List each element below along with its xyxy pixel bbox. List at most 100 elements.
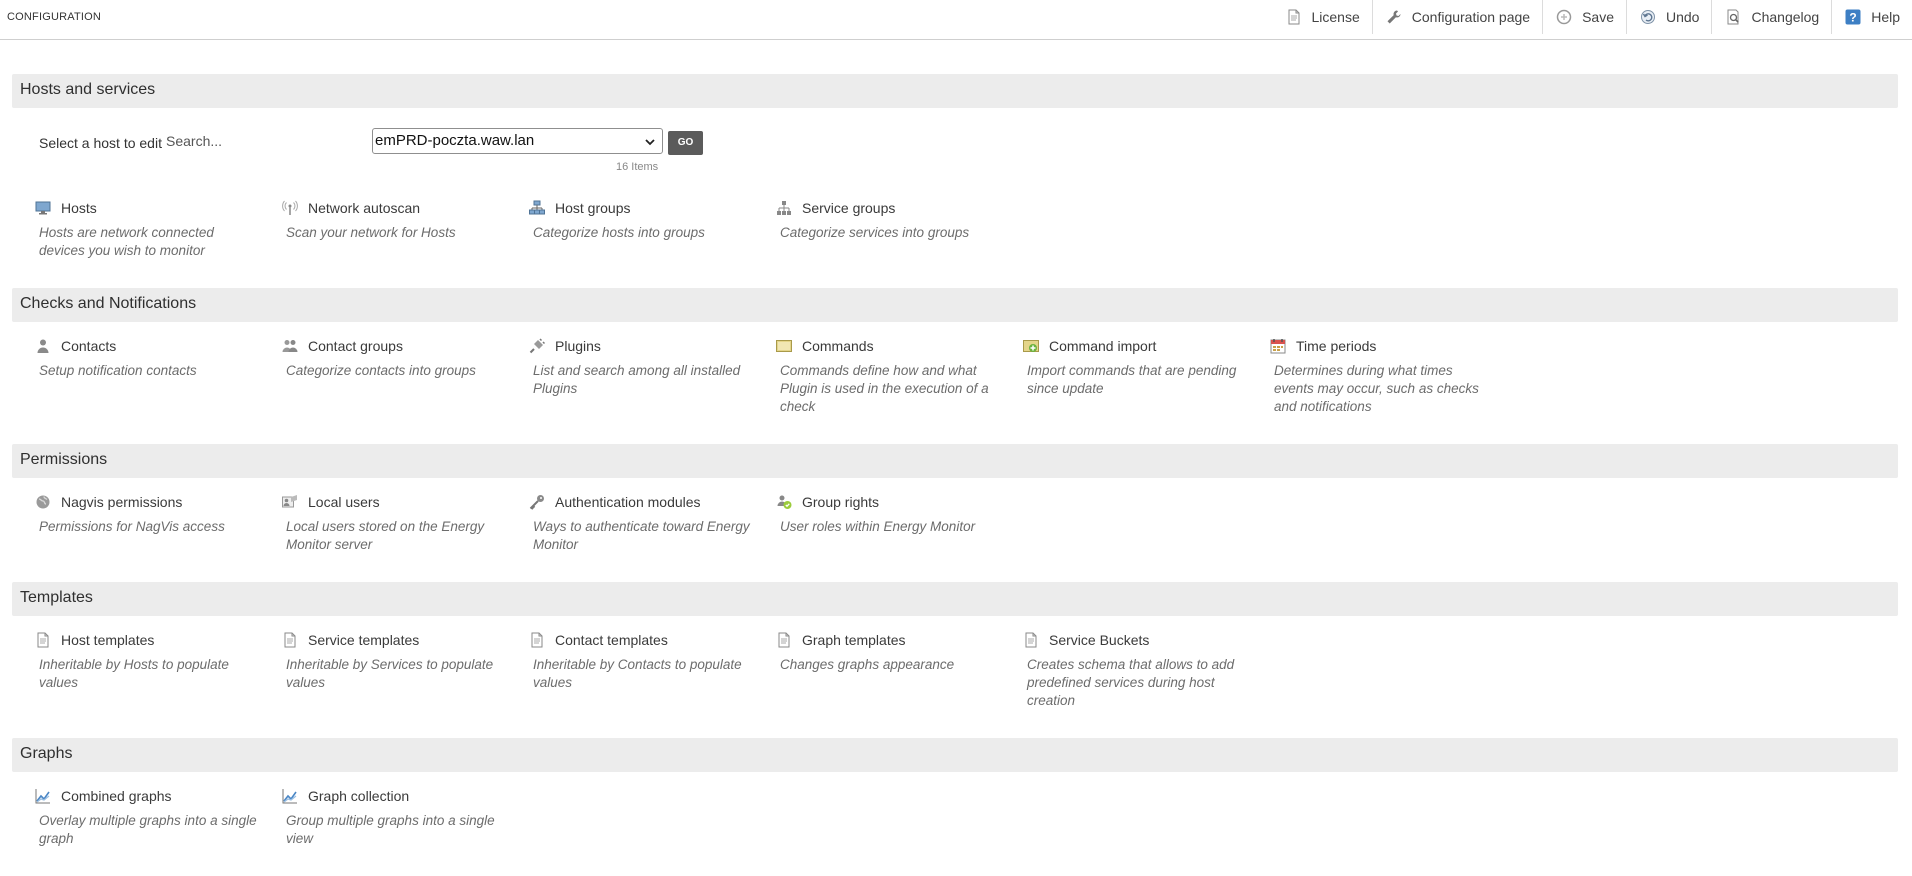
item-time-periods[interactable]: Time periods Determines during what time…	[1247, 336, 1479, 416]
section-hosts-and-services: Hosts and services	[12, 74, 1898, 108]
help-label: Help	[1871, 9, 1900, 25]
item-description: Group multiple graphs into a single view	[286, 813, 495, 846]
item-description: Permissions for NagVis access	[39, 519, 225, 534]
hierarchy-icon	[775, 200, 793, 216]
item-contact-groups[interactable]: Contact groups Categorize contacts into …	[259, 336, 489, 380]
section-header: Hosts and services	[12, 74, 1898, 108]
antenna-icon	[281, 200, 299, 216]
changelog-button[interactable]: Changelog	[1711, 0, 1831, 34]
svg-text:?: ?	[1850, 11, 1857, 25]
save-button[interactable]: Save	[1542, 0, 1626, 34]
document-icon	[775, 632, 793, 648]
toolbar-actions: License Configuration page Save Undo Cha…	[1273, 0, 1912, 34]
section-permissions: Permissions	[12, 444, 1898, 478]
item-description: Determines during what times events may …	[1274, 363, 1479, 414]
chart-icon	[281, 788, 299, 804]
item-network-autoscan[interactable]: Network autoscan Scan your network for H…	[259, 198, 489, 242]
item-label: Service Buckets	[1049, 632, 1150, 648]
item-contacts[interactable]: Contacts Setup notification contacts	[12, 336, 242, 380]
go-button[interactable]: GO	[668, 131, 703, 155]
item-description: Changes graphs appearance	[780, 657, 955, 672]
item-description: Inheritable by Contacts to populate valu…	[533, 657, 742, 690]
item-local-users[interactable]: Local users Local users stored on the En…	[259, 492, 489, 554]
item-label: Hosts	[61, 200, 97, 216]
item-description: Inheritable by Services to populate valu…	[286, 657, 494, 690]
item-count: 16 Items	[616, 161, 659, 173]
item-label: Command import	[1049, 338, 1157, 354]
group-rights-icon	[775, 494, 793, 510]
wrench-icon	[1385, 8, 1403, 26]
item-host-groups[interactable]: Host groups Categorize hosts into groups	[506, 198, 736, 242]
people-icon	[281, 338, 299, 354]
import-icon	[1022, 338, 1040, 354]
section-header: Checks and Notifications	[12, 288, 1898, 322]
host-select-label: Select a host to edit	[39, 135, 162, 151]
configuration-page-label: Configuration page	[1411, 9, 1531, 25]
help-button[interactable]: ? Help	[1831, 0, 1912, 34]
configuration-page-button[interactable]: Configuration page	[1371, 0, 1542, 34]
item-service-buckets[interactable]: Service Buckets Creates schema that allo…	[1000, 630, 1234, 710]
item-label: Contact groups	[308, 338, 403, 354]
item-nagvis-permissions[interactable]: Nagvis permissions Permissions for NagVi…	[12, 492, 242, 536]
item-description: Ways to authenticate toward Energy Monit…	[533, 519, 750, 552]
item-label: Service groups	[802, 200, 896, 216]
section-graphs: Graphs	[12, 738, 1898, 772]
license-button[interactable]: License	[1273, 0, 1372, 34]
item-commands[interactable]: Commands Commands define how and what Pl…	[753, 336, 989, 416]
top-bar: CONFIGURATION License Configuration page…	[0, 0, 1912, 40]
item-description: List and search among all installed Plug…	[533, 363, 741, 396]
item-host-templates[interactable]: Host templates Inheritable by Hosts to p…	[12, 630, 242, 692]
item-label: Group rights	[802, 494, 880, 510]
item-label: Host templates	[61, 632, 155, 648]
item-description: Inheritable by Hosts to populate values	[39, 657, 229, 690]
section-header: Graphs	[12, 738, 1898, 772]
item-contact-templates[interactable]: Contact templates Inheritable by Contact…	[506, 630, 742, 692]
item-description: Hosts are network connected devices you …	[39, 225, 214, 258]
item-label: Combined graphs	[61, 788, 172, 804]
chevron-down-icon	[644, 135, 656, 152]
item-label: Plugins	[555, 338, 601, 354]
item-label: Contact templates	[555, 632, 668, 648]
item-service-templates[interactable]: Service templates Inheritable by Service…	[259, 630, 493, 692]
item-description: Categorize contacts into groups	[286, 363, 476, 378]
item-description: Creates schema that allows to add predef…	[1027, 657, 1235, 708]
undo-button[interactable]: Undo	[1626, 0, 1711, 34]
item-graph-templates[interactable]: Graph templates Changes graphs appearanc…	[753, 630, 983, 674]
calendar-icon	[1269, 338, 1287, 354]
item-description: Commands define how and what Plugin is u…	[780, 363, 989, 414]
item-label: Graph templates	[802, 632, 906, 648]
item-authentication-modules[interactable]: Authentication modules Ways to authentic…	[506, 492, 750, 554]
changelog-icon	[1724, 8, 1742, 26]
item-group-rights[interactable]: Group rights User roles within Energy Mo…	[753, 492, 983, 536]
item-graph-collection[interactable]: Graph collection Group multiple graphs i…	[259, 786, 495, 848]
save-label: Save	[1582, 9, 1614, 25]
item-hosts[interactable]: Hosts Hosts are network connected device…	[12, 198, 242, 260]
item-service-groups[interactable]: Service groups Categorize services into …	[753, 198, 983, 242]
document-icon	[1022, 632, 1040, 648]
item-description: Overlay multiple graphs into a single gr…	[39, 813, 257, 846]
globe-icon	[34, 494, 52, 510]
item-label: Contacts	[61, 338, 117, 354]
section-header: Permissions	[12, 444, 1898, 478]
item-description: Import commands that are pending since u…	[1027, 363, 1237, 396]
item-label: Commands	[802, 338, 874, 354]
item-label: Time periods	[1296, 338, 1377, 354]
item-description: Setup notification contacts	[39, 363, 197, 378]
plug-icon	[528, 338, 546, 354]
item-plugins[interactable]: Plugins List and search among all instal…	[506, 336, 740, 398]
host-select-row: Select a host to edit emPRD-poczta.waw.l…	[12, 128, 912, 173]
key-icon	[528, 494, 546, 510]
item-description: User roles within Energy Monitor	[780, 519, 976, 534]
chart-icon	[34, 788, 52, 804]
host-search-input[interactable]	[166, 130, 366, 152]
help-icon: ?	[1844, 8, 1862, 26]
document-icon	[528, 632, 546, 648]
item-description: Scan your network for Hosts	[286, 225, 456, 240]
page-title: CONFIGURATION	[7, 11, 102, 23]
host-select-dropdown[interactable]: emPRD-poczta.waw.lan	[372, 128, 663, 154]
item-command-import[interactable]: Command import Import commands that are …	[1000, 336, 1236, 398]
person-icon	[34, 338, 52, 354]
item-combined-graphs[interactable]: Combined graphs Overlay multiple graphs …	[12, 786, 257, 848]
document-icon	[34, 632, 52, 648]
item-description: Categorize hosts into groups	[533, 225, 705, 240]
